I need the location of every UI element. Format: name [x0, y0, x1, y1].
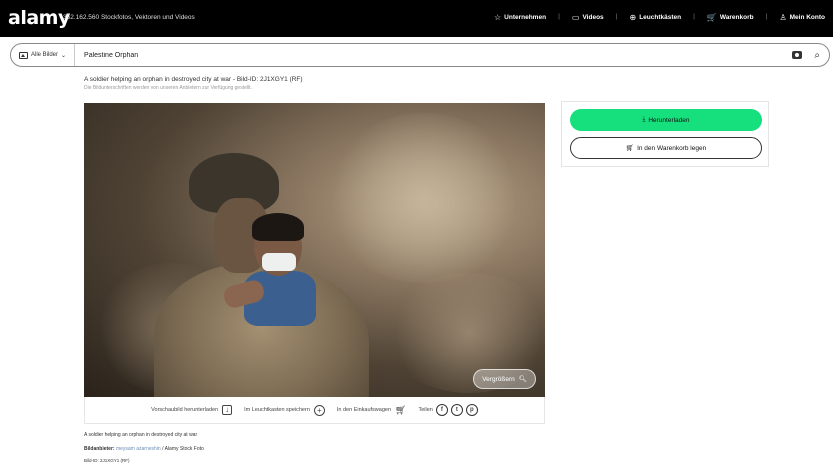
image-id: Bild-ID: 2J1XGY1 (RF) — [84, 458, 130, 463]
category-select[interactable]: Alle Bilder ⌄ — [11, 44, 76, 66]
image-credit: Bildanbieter: meysam azarneshin / Alamy … — [84, 446, 204, 452]
download-label: Herunterladen — [648, 116, 690, 124]
cart-icon: 🛒 — [706, 13, 717, 22]
add-to-cart-button[interactable]: 🛒︎ In den Warenkorb legen — [570, 137, 762, 159]
action-label: Vorschaubild herunterladen — [151, 407, 219, 413]
download-icon: ↓ — [222, 405, 233, 415]
nav-label: Warenkorb — [719, 14, 754, 21]
category-label: Alle Bilder — [31, 52, 59, 58]
chevron-down-icon: ⌄ — [61, 52, 67, 59]
nav-divider: | — [558, 13, 560, 20]
nav-item-mein-konto[interactable]: ♙ Mein Konto — [779, 13, 825, 22]
site-tagline: 352.162.560 Stockfotos, Vektoren und Vid… — [63, 14, 195, 21]
nav-label: Unternehmen — [504, 14, 547, 21]
lightbox-icon: ⊕ — [629, 13, 637, 22]
image-action-bar: Vorschaubild herunterladen ↓ Im Leuchtka… — [84, 397, 545, 424]
smoke-cloud — [324, 113, 524, 283]
search-input[interactable] — [75, 51, 793, 59]
user-icon: ♙ — [779, 13, 787, 22]
nav-divider: | — [693, 13, 695, 20]
nav-label: Videos — [582, 14, 604, 21]
child-hair — [252, 213, 304, 241]
enlarge-button[interactable]: Vergrößern 🔍︎ — [473, 369, 536, 389]
video-icon: ▭ — [571, 13, 580, 22]
nav-label: Mein Konto — [789, 14, 825, 21]
facebook-icon[interactable]: f — [435, 404, 448, 416]
twitter-icon[interactable]: t — [450, 404, 463, 416]
camera-search-icon[interactable] — [792, 51, 803, 59]
cart-icon: 🛒︎ — [625, 145, 635, 152]
header-nav: ☆ Unternehmen | ▭ Videos | ⊕ Leuchtkäste… — [494, 13, 825, 22]
download-icon: ⤓ — [642, 116, 646, 123]
cart-icon: 🛒︎ — [395, 404, 407, 415]
caption-disclaimer: Die Bildunterschriften werden von unsere… — [84, 85, 252, 91]
action-label: In den Einkaufswagen — [336, 407, 391, 413]
alamy-logo[interactable]: alamy — [8, 7, 70, 29]
add-to-cart-action[interactable]: In den Einkaufswagen 🛒︎ — [337, 405, 407, 416]
top-navigation-bar: alamy 352.162.560 Stockfotos, Vektoren u… — [0, 0, 833, 37]
enlarge-label: Vergrößern — [482, 375, 515, 383]
share-label: Teilen — [418, 407, 433, 413]
search-actions: ⌕ — [792, 50, 829, 61]
credit-label: Bildanbieter: — [84, 446, 115, 452]
nav-item-videos[interactable]: ▭ Videos — [572, 13, 604, 22]
image-icon — [19, 51, 28, 59]
plus-icon: + — [313, 404, 325, 416]
share-group: Teilen f t p — [418, 404, 478, 416]
image-caption: A soldier helping an orphan in destroyed… — [84, 432, 198, 438]
pinterest-icon[interactable]: p — [465, 404, 478, 416]
nav-item-warenkorb[interactable]: 🛒 Warenkorb — [707, 13, 754, 22]
nav-label: Leuchtkästen — [639, 14, 682, 21]
save-lightbox-action[interactable]: Im Leuchtkasten speichern + — [244, 404, 325, 416]
nav-item-leuchtkaesten[interactable]: ⊕ Leuchtkästen — [629, 13, 681, 22]
cart-label: In den Warenkorb legen — [637, 144, 707, 152]
purchase-panel: ⤓ Herunterladen 🛒︎ In den Warenkorb lege… — [561, 101, 769, 167]
credit-suffix: / Alamy Stock Foto — [162, 446, 204, 452]
image-title: A soldier helping an orphan in destroyed… — [84, 76, 303, 83]
face-mask — [262, 253, 296, 271]
action-label: Im Leuchtkasten speichern — [244, 407, 310, 413]
search-bar: Alle Bilder ⌄ ⌕ — [10, 43, 830, 67]
contributor-link[interactable]: meysam azarneshin — [116, 446, 161, 452]
nav-divider: | — [765, 13, 768, 20]
zoom-icon: 🔍︎ — [518, 376, 527, 383]
nav-item-unternehmen[interactable]: ☆ Unternehmen — [494, 13, 546, 22]
download-button[interactable]: ⤓ Herunterladen — [570, 109, 762, 131]
download-preview-action[interactable]: Vorschaubild herunterladen ↓ — [151, 405, 233, 415]
main-photo[interactable]: Vergrößern 🔍︎ — [84, 103, 545, 397]
search-icon[interactable]: ⌕ — [814, 50, 820, 61]
nav-divider: | — [615, 13, 618, 20]
star-icon: ☆ — [493, 13, 502, 22]
